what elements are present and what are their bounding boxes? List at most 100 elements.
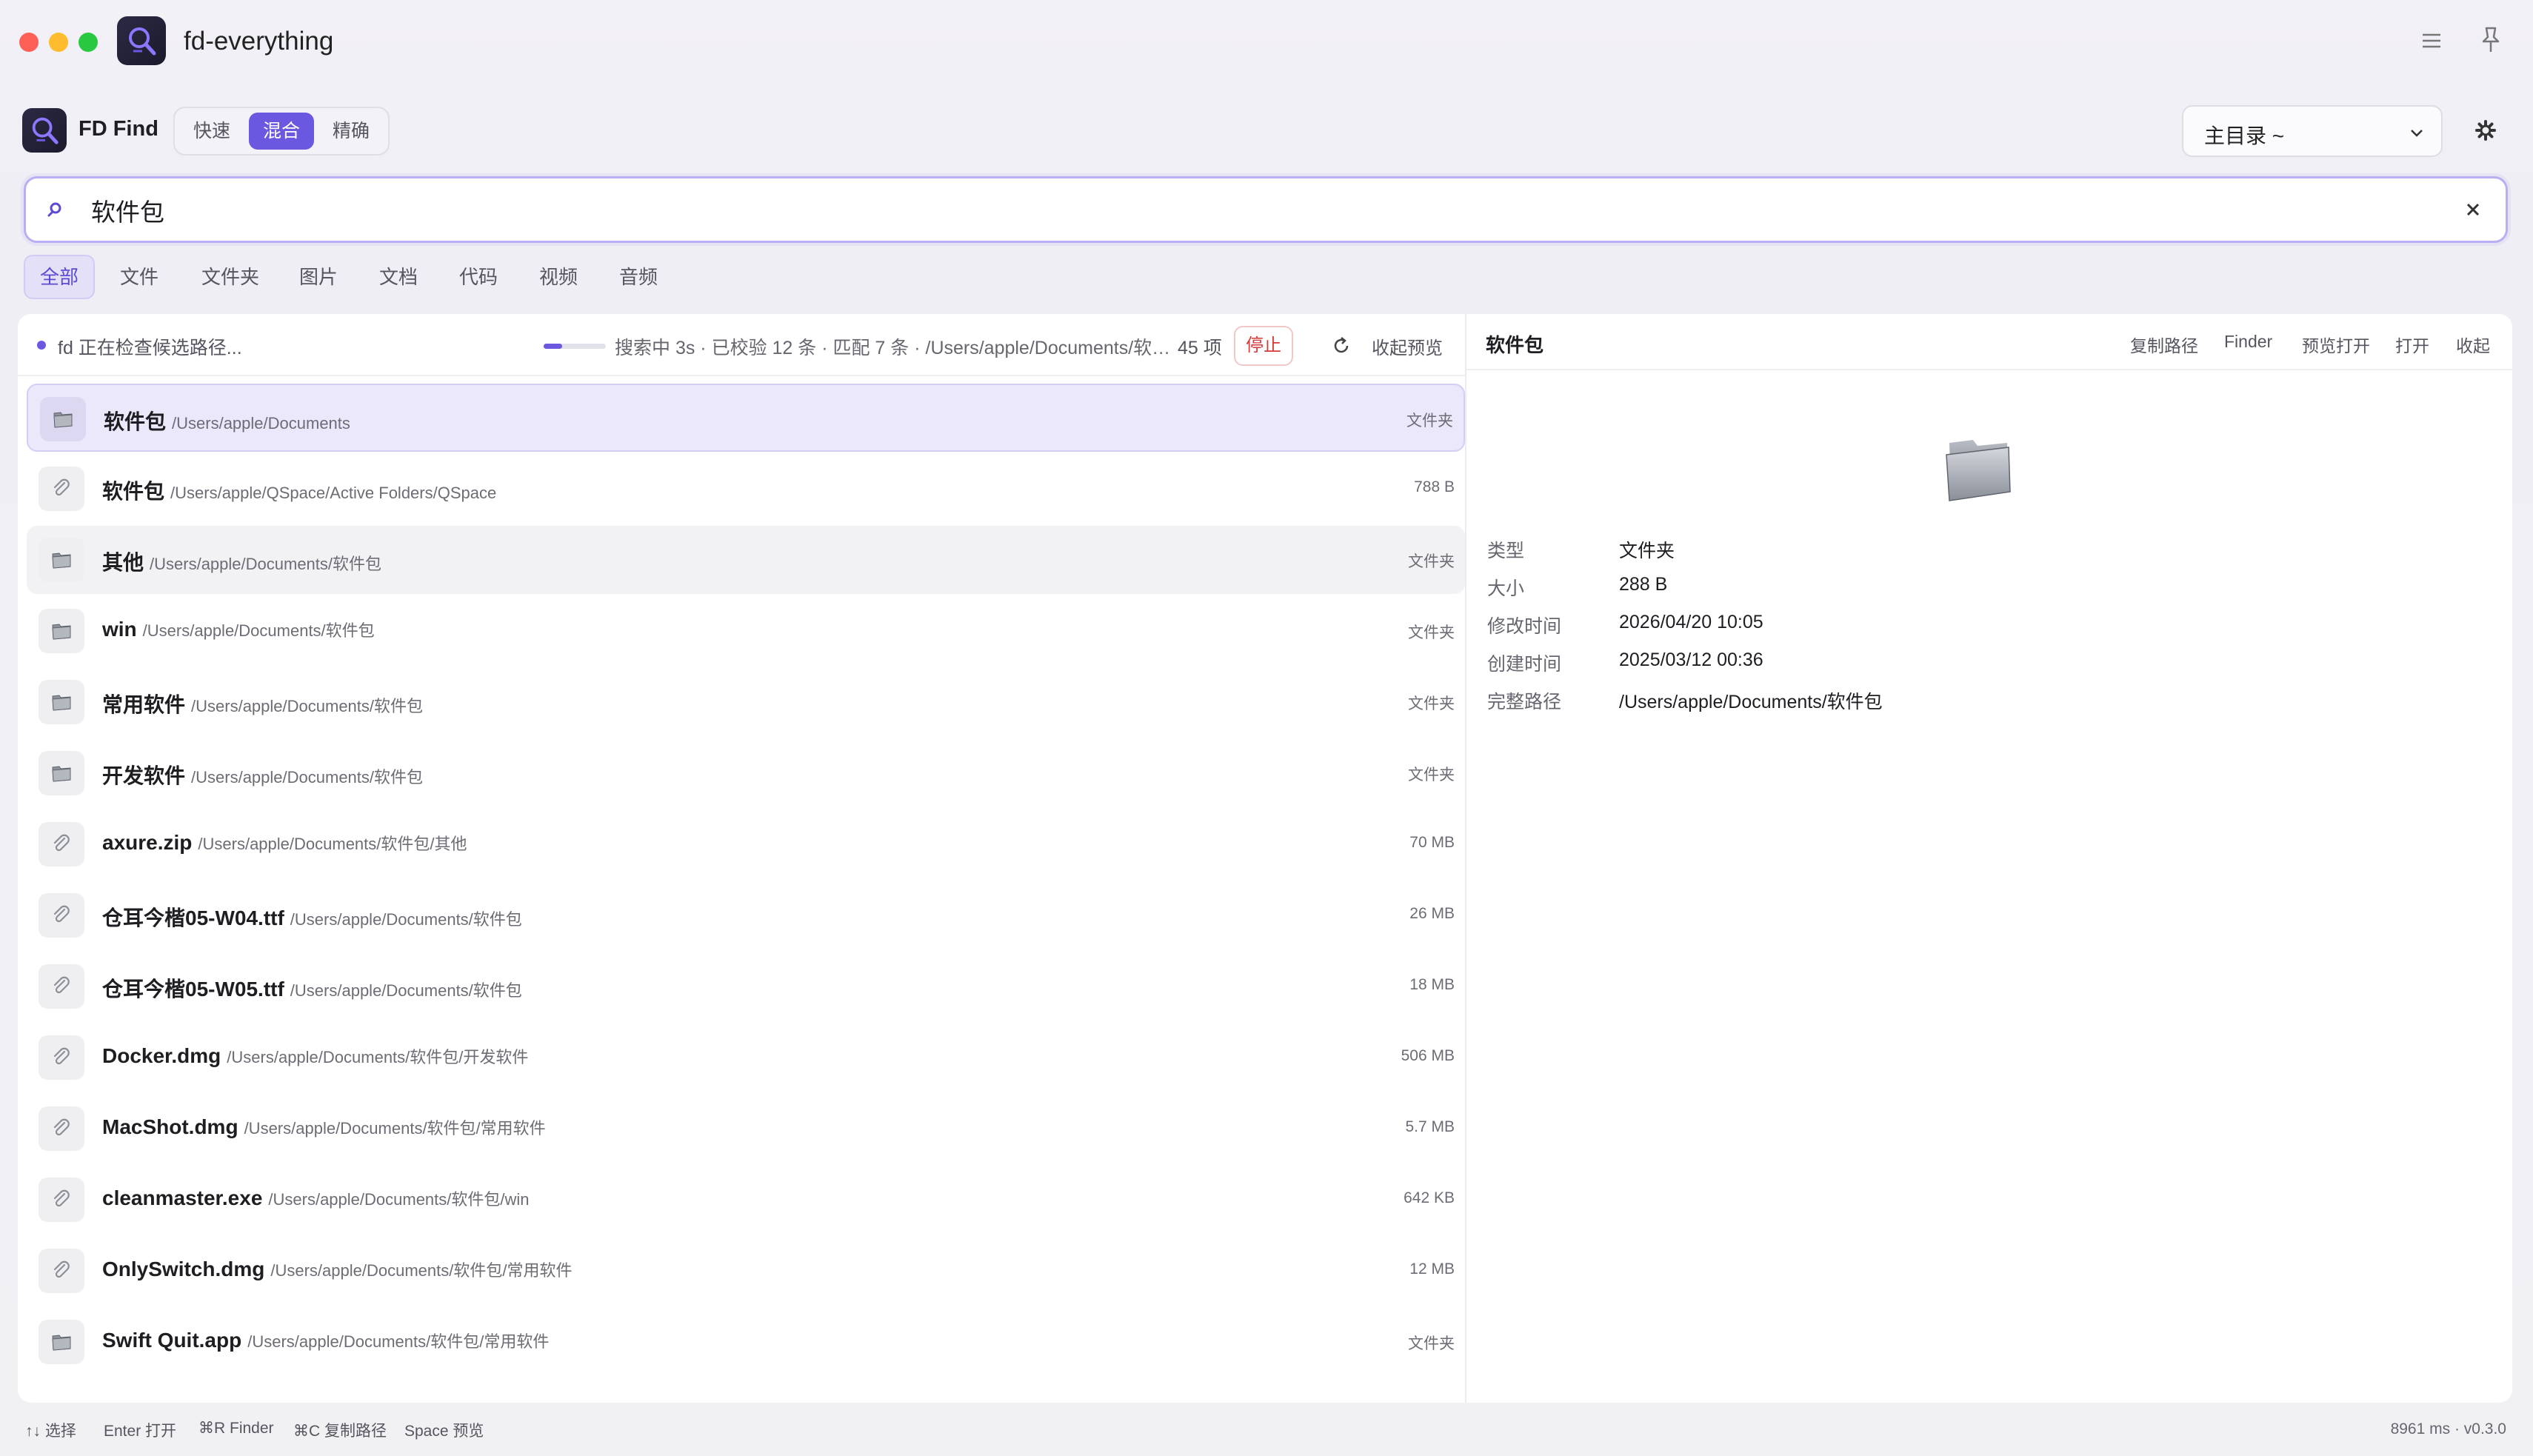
result-name: axure.zip/Users/apple/Documents/软件包/其他 — [102, 831, 467, 854]
result-path: /Users/apple/Documents/软件包 — [191, 768, 424, 787]
brand-name: FD Find — [79, 117, 158, 141]
result-path: /Users/apple/Documents/软件包 — [290, 981, 522, 1000]
zoom-window-button[interactable] — [79, 33, 98, 52]
result-name: win/Users/apple/Documents/软件包 — [102, 618, 375, 641]
timing-version-text: 8961 ms · v0.3.0 — [2390, 1420, 2506, 1437]
property-value: /Users/apple/Documents/软件包 — [1619, 692, 1883, 712]
result-path: /Users/apple/Documents/软件包 — [142, 621, 375, 640]
result-name: 软件包/Users/apple/QSpace/Active Folders/QS… — [102, 480, 497, 503]
filter-tab-audio[interactable]: 音频 — [604, 255, 673, 299]
paperclip-icon — [39, 1106, 84, 1151]
result-row[interactable]: 软件包/Users/apple/QSpace/Active Folders/QS… — [27, 455, 1465, 523]
results-panel: fd 正在检查候选路径... 搜索中 3s · 已校验 12 条 · 匹配 7 … — [18, 314, 1465, 1403]
title-bar: fd-everything — [0, 0, 2533, 83]
status-text: fd 正在检查候选路径... — [58, 338, 242, 358]
results-list: 软件包/Users/apple/Documents 文件夹 软件包/Users/ap… — [18, 384, 1465, 1403]
result-path: /Users/apple/Documents — [172, 414, 350, 433]
result-row[interactable]: 其他/Users/apple/Documents/软件包 文件夹 — [27, 526, 1465, 594]
filter-tab-files[interactable]: 文件 — [105, 255, 173, 299]
paperclip-icon — [39, 822, 84, 866]
reveal-in-finder-button[interactable]: Finder — [2224, 332, 2272, 352]
result-name: 仓耳今楷05-W04.ttf/Users/apple/Documents/软件包 — [102, 906, 522, 929]
result-row[interactable]: win/Users/apple/Documents/软件包 文件夹 — [27, 597, 1465, 665]
mode-fast-button[interactable]: 快速 — [179, 113, 244, 150]
settings-gear-icon[interactable] — [2474, 118, 2497, 142]
result-count: 45 项 — [1178, 338, 1222, 358]
result-name: 其他/Users/apple/Documents/软件包 — [102, 551, 382, 574]
result-row[interactable]: MacShot.dmg/Users/apple/Documents/软件包/常用… — [27, 1095, 1465, 1163]
result-meta: 5.7 MB — [1405, 1118, 1455, 1135]
result-path: /Users/apple/Documents/软件包 — [150, 555, 382, 573]
paperclip-icon — [39, 1249, 84, 1293]
result-name: OnlySwitch.dmg/Users/apple/Documents/软件包… — [102, 1258, 573, 1280]
preview-open-button[interactable]: 预览打开 — [2302, 332, 2370, 357]
result-name: cleanmaster.exe/Users/apple/Documents/软件… — [102, 1186, 530, 1209]
paperclip-icon — [39, 964, 84, 1009]
result-row[interactable]: 仓耳今楷05-W04.ttf/Users/apple/Documents/软件包… — [27, 881, 1465, 949]
mode-mixed-button[interactable]: 混合 — [249, 113, 314, 150]
result-meta: 642 KB — [1404, 1189, 1455, 1206]
filter-tab-videos[interactable]: 视频 — [524, 255, 593, 299]
directory-select[interactable]: 主目录 ~ — [2182, 105, 2443, 157]
result-row[interactable]: 常用软件/Users/apple/Documents/软件包 文件夹 — [27, 668, 1465, 736]
folder-icon — [40, 397, 86, 441]
stop-button[interactable]: 停止 — [1234, 326, 1293, 366]
result-meta: 文件夹 — [1408, 767, 1455, 784]
result-row[interactable]: OnlySwitch.dmg/Users/apple/Documents/软件包… — [27, 1237, 1465, 1305]
filter-tab-images[interactable]: 图片 — [284, 255, 353, 299]
open-button[interactable]: 打开 — [2395, 332, 2429, 357]
result-name: 软件包/Users/apple/Documents — [104, 410, 350, 433]
result-meta: 文件夹 — [1408, 695, 1455, 712]
result-meta: 26 MB — [1409, 905, 1455, 922]
copy-path-button[interactable]: 复制路径 — [2130, 332, 2198, 357]
property-value: 2026/04/20 10:05 — [1619, 612, 1763, 632]
search-mode-segmented-control: 快速 混合 精确 — [173, 107, 390, 156]
result-path: /Users/apple/Documents/软件包/其他 — [198, 835, 467, 853]
result-row[interactable]: Docker.dmg/Users/apple/Documents/软件包/开发软… — [27, 1023, 1465, 1092]
result-name: 仓耳今楷05-W05.ttf/Users/apple/Documents/软件包 — [102, 978, 522, 1001]
app-window: fd-everything FD Find 快速 混合 精确 主目录 ~ 软件包… — [0, 0, 2533, 1456]
search-meta-text: 搜索中 3s · 已校验 12 条 · 匹配 7 条 · /Users/appl… — [615, 338, 1178, 358]
hint-preview: Space 预览 — [404, 1423, 484, 1440]
collapse-button[interactable]: 收起 — [2456, 332, 2490, 357]
result-meta: 12 MB — [1409, 1260, 1455, 1278]
status-indicator-dot — [37, 341, 46, 350]
close-window-button[interactable] — [19, 33, 39, 52]
result-row[interactable]: 开发软件/Users/apple/Documents/软件包 文件夹 — [27, 739, 1465, 807]
result-meta: 70 MB — [1409, 834, 1455, 851]
menu-icon[interactable] — [2419, 28, 2444, 53]
pin-icon[interactable] — [2478, 25, 2503, 55]
minimize-window-button[interactable] — [49, 33, 68, 52]
folder-icon — [39, 609, 84, 653]
result-path: /Users/apple/Documents/软件包/开发软件 — [227, 1048, 529, 1066]
result-name: 开发软件/Users/apple/Documents/软件包 — [102, 764, 424, 787]
search-input[interactable] — [91, 190, 2387, 230]
result-row[interactable]: axure.zip/Users/apple/Documents/软件包/其他 70… — [27, 810, 1465, 878]
result-row[interactable]: Swift Quit.app/Users/apple/Documents/软件包… — [27, 1308, 1465, 1376]
result-path: /Users/apple/Documents/软件包/win — [268, 1190, 530, 1209]
hint-open: Enter 打开 — [104, 1423, 177, 1440]
clear-search-icon[interactable] — [2463, 199, 2483, 224]
result-name: Swift Quit.app/Users/apple/Documents/软件包… — [102, 1329, 550, 1352]
property-label: 完整路径 — [1487, 692, 1562, 712]
paperclip-icon — [39, 467, 84, 511]
result-name: Docker.dmg/Users/apple/Documents/软件包/开发软… — [102, 1044, 529, 1067]
refresh-icon[interactable] — [1330, 335, 1352, 361]
result-meta: 文件夹 — [1408, 553, 1455, 570]
filter-tab-documents[interactable]: 文档 — [364, 255, 433, 299]
filter-tab-folders[interactable]: 文件夹 — [187, 255, 274, 299]
result-path: /Users/apple/QSpace/Active Folders/QSpac… — [170, 484, 497, 502]
collapse-preview-button[interactable]: 收起预览 — [1372, 333, 1443, 359]
result-row[interactable]: cleanmaster.exe/Users/apple/Documents/软件… — [27, 1166, 1465, 1234]
property-value: 文件夹 — [1619, 541, 1675, 561]
filter-tab-all[interactable]: 全部 — [24, 255, 96, 299]
folder-icon — [39, 538, 84, 582]
hint-select: ↑↓ 选择 — [25, 1423, 76, 1440]
preview-panel: 软件包 复制路径 Finder 预览打开 打开 收起 类型 文件夹 大小 288 B 修… — [1466, 314, 2512, 1403]
filter-tab-code[interactable]: 代码 — [444, 255, 513, 299]
preview-title: 软件包 — [1486, 334, 1544, 356]
result-row[interactable]: 仓耳今楷05-W05.ttf/Users/apple/Documents/软件包… — [27, 952, 1465, 1021]
result-row[interactable]: 软件包/Users/apple/Documents 文件夹 — [27, 384, 1465, 452]
search-progress-fill — [544, 344, 563, 349]
mode-exact-button[interactable]: 精确 — [318, 113, 384, 150]
